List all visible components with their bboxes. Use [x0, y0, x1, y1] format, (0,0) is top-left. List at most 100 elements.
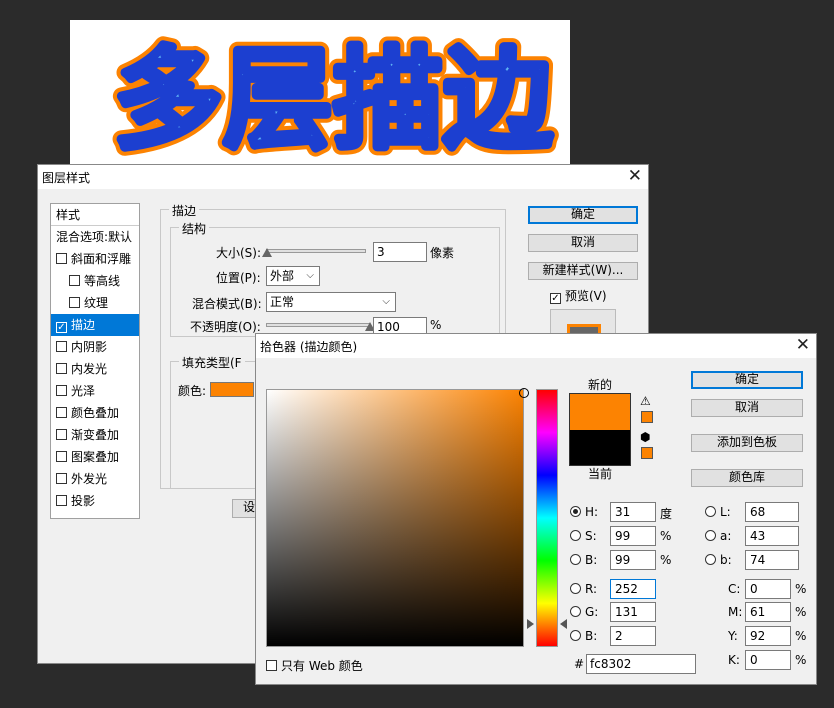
web-colors-only-checkbox[interactable]: 只有 Web 颜色: [266, 657, 363, 674]
lab-input[interactable]: 74: [745, 550, 799, 570]
new-color-swatch: [569, 393, 631, 430]
style-item-label: 图案叠加: [71, 450, 120, 464]
opacity-slider[interactable]: [266, 323, 370, 327]
rgb-mode-radio[interactable]: G:: [570, 605, 598, 619]
canvas-preview: 多层描边 多层描边: [70, 20, 570, 166]
rgb-input[interactable]: 2: [610, 626, 656, 646]
style-item[interactable]: 渐变叠加: [51, 424, 139, 446]
checkbox-icon[interactable]: [56, 341, 67, 352]
close-icon[interactable]: ✕: [628, 167, 642, 185]
checkbox-icon[interactable]: [56, 363, 67, 374]
radio-icon: [570, 506, 581, 517]
web-safe-cube-icon[interactable]: ⬢: [640, 430, 650, 444]
add-to-swatches-button[interactable]: 添加到色板: [691, 434, 803, 452]
style-item-label: 渐变叠加: [71, 428, 120, 442]
style-item[interactable]: ✓ 描边: [51, 314, 139, 336]
cancel-button[interactable]: 取消: [691, 399, 803, 417]
opacity-label: 不透明度(O):: [190, 320, 261, 334]
cmyk-input[interactable]: 61: [745, 602, 791, 622]
close-icon[interactable]: ✕: [796, 336, 810, 354]
canvas-stroked-text: 多层描边 多层描边: [106, 30, 561, 160]
size-slider-thumb[interactable]: [262, 248, 272, 257]
chevron-down-icon: ⌵: [306, 270, 314, 281]
ok-button[interactable]: 确定: [528, 206, 638, 224]
saturation-brightness-field[interactable]: [266, 388, 529, 647]
rgb-input[interactable]: 131: [610, 602, 656, 622]
structure-title: 结构: [179, 220, 210, 237]
checkbox-icon[interactable]: [56, 473, 67, 484]
lab-input[interactable]: 43: [745, 526, 799, 546]
style-item[interactable]: 斜面和浮雕: [51, 248, 139, 270]
cmyk-input[interactable]: 0: [745, 579, 791, 599]
cancel-button[interactable]: 取消: [528, 234, 638, 252]
color-picker-title: 拾色器 (描边颜色): [260, 340, 358, 354]
web-safe-swatch[interactable]: [641, 447, 653, 459]
hue-slider[interactable]: [536, 389, 558, 647]
checkbox-icon[interactable]: [69, 275, 80, 286]
style-item[interactable]: 等高线: [51, 270, 139, 292]
style-item[interactable]: 内阴影: [51, 336, 139, 358]
gamut-swatch[interactable]: [641, 411, 653, 423]
hex-label: #: [574, 657, 585, 671]
checkbox-icon[interactable]: [56, 385, 67, 396]
style-item[interactable]: 光泽: [51, 380, 139, 402]
ok-button[interactable]: 确定: [691, 371, 803, 389]
cmyk-input[interactable]: 92: [745, 626, 791, 646]
current-color-swatch[interactable]: [569, 430, 631, 466]
size-slider[interactable]: [266, 249, 366, 253]
cmyk-input[interactable]: 0: [745, 650, 791, 670]
preview-checkbox[interactable]: ✓ 预览(V): [550, 287, 607, 304]
hsb-input[interactable]: 99: [610, 550, 656, 570]
style-list: 样式 混合选项:默认 斜面和浮雕 等高线 纹理 ✓ 描边 内阴影 内发光 光泽 颜色叠加 渐变叠加图…: [50, 203, 140, 519]
current-color-label: 当前: [588, 467, 613, 481]
style-item[interactable]: 内发光: [51, 358, 139, 380]
opacity-unit: %: [430, 318, 442, 332]
checkbox-icon[interactable]: [56, 495, 67, 506]
checkbox-icon[interactable]: [69, 297, 80, 308]
style-item[interactable]: 混合选项:默认: [51, 226, 139, 248]
hsb-input[interactable]: 99: [610, 526, 656, 546]
color-picker-marker[interactable]: [519, 388, 529, 398]
hsb-input[interactable]: 31: [610, 502, 656, 522]
gamut-warning-icon[interactable]: ⚠: [640, 394, 651, 408]
style-item-label: 等高线: [84, 274, 121, 288]
blend-mode-select[interactable]: 正常 ⌵: [266, 292, 396, 312]
lab-mode-radio[interactable]: L:: [705, 505, 731, 519]
rgb-mode-radio[interactable]: R:: [570, 582, 597, 596]
lab-mode-radio[interactable]: a:: [705, 529, 731, 543]
size-unit: 像素: [430, 246, 455, 260]
style-item[interactable]: 纹理: [51, 292, 139, 314]
checkbox-icon[interactable]: ✓: [56, 322, 67, 333]
checkbox-icon[interactable]: [56, 253, 67, 264]
hsb-mode-radio[interactable]: S:: [570, 529, 597, 543]
color-label: 颜色:: [178, 384, 207, 398]
lab-mode-radio[interactable]: b:: [705, 553, 732, 567]
style-item[interactable]: 颜色叠加: [51, 402, 139, 424]
size-input[interactable]: 3: [373, 242, 427, 262]
style-item[interactable]: 投影: [51, 490, 139, 512]
lab-label: a:: [720, 529, 732, 543]
style-item[interactable]: 外发光: [51, 468, 139, 490]
rgb-input[interactable]: 252: [610, 579, 656, 599]
hsb-mode-radio[interactable]: H:: [570, 505, 598, 519]
blend-mode-label: 混合模式(B):: [192, 297, 262, 311]
checkbox-icon[interactable]: [56, 429, 67, 440]
position-select[interactable]: 外部 ⌵: [266, 266, 320, 286]
color-libraries-button[interactable]: 颜色库: [691, 469, 803, 487]
lab-input[interactable]: 68: [745, 502, 799, 522]
hue-arrow-left-icon[interactable]: [527, 619, 534, 629]
radio-icon: [570, 630, 581, 641]
radio-icon: [705, 554, 716, 565]
style-item[interactable]: 图案叠加: [51, 446, 139, 468]
hsb-mode-radio[interactable]: B:: [570, 553, 597, 567]
rgb-label: G:: [585, 605, 599, 619]
checkbox-icon[interactable]: [56, 451, 67, 462]
radio-icon: [570, 583, 581, 594]
hue-arrow-right-icon[interactable]: [560, 619, 567, 629]
checkbox-icon[interactable]: [56, 407, 67, 418]
hex-input[interactable]: fc8302: [586, 654, 696, 674]
new-style-button[interactable]: 新建样式(W)...: [528, 262, 638, 280]
rgb-mode-radio[interactable]: B:: [570, 629, 597, 643]
stroke-color-swatch[interactable]: [210, 382, 254, 397]
color-picker-titlebar: 拾色器 (描边颜色) ✕: [256, 334, 816, 358]
